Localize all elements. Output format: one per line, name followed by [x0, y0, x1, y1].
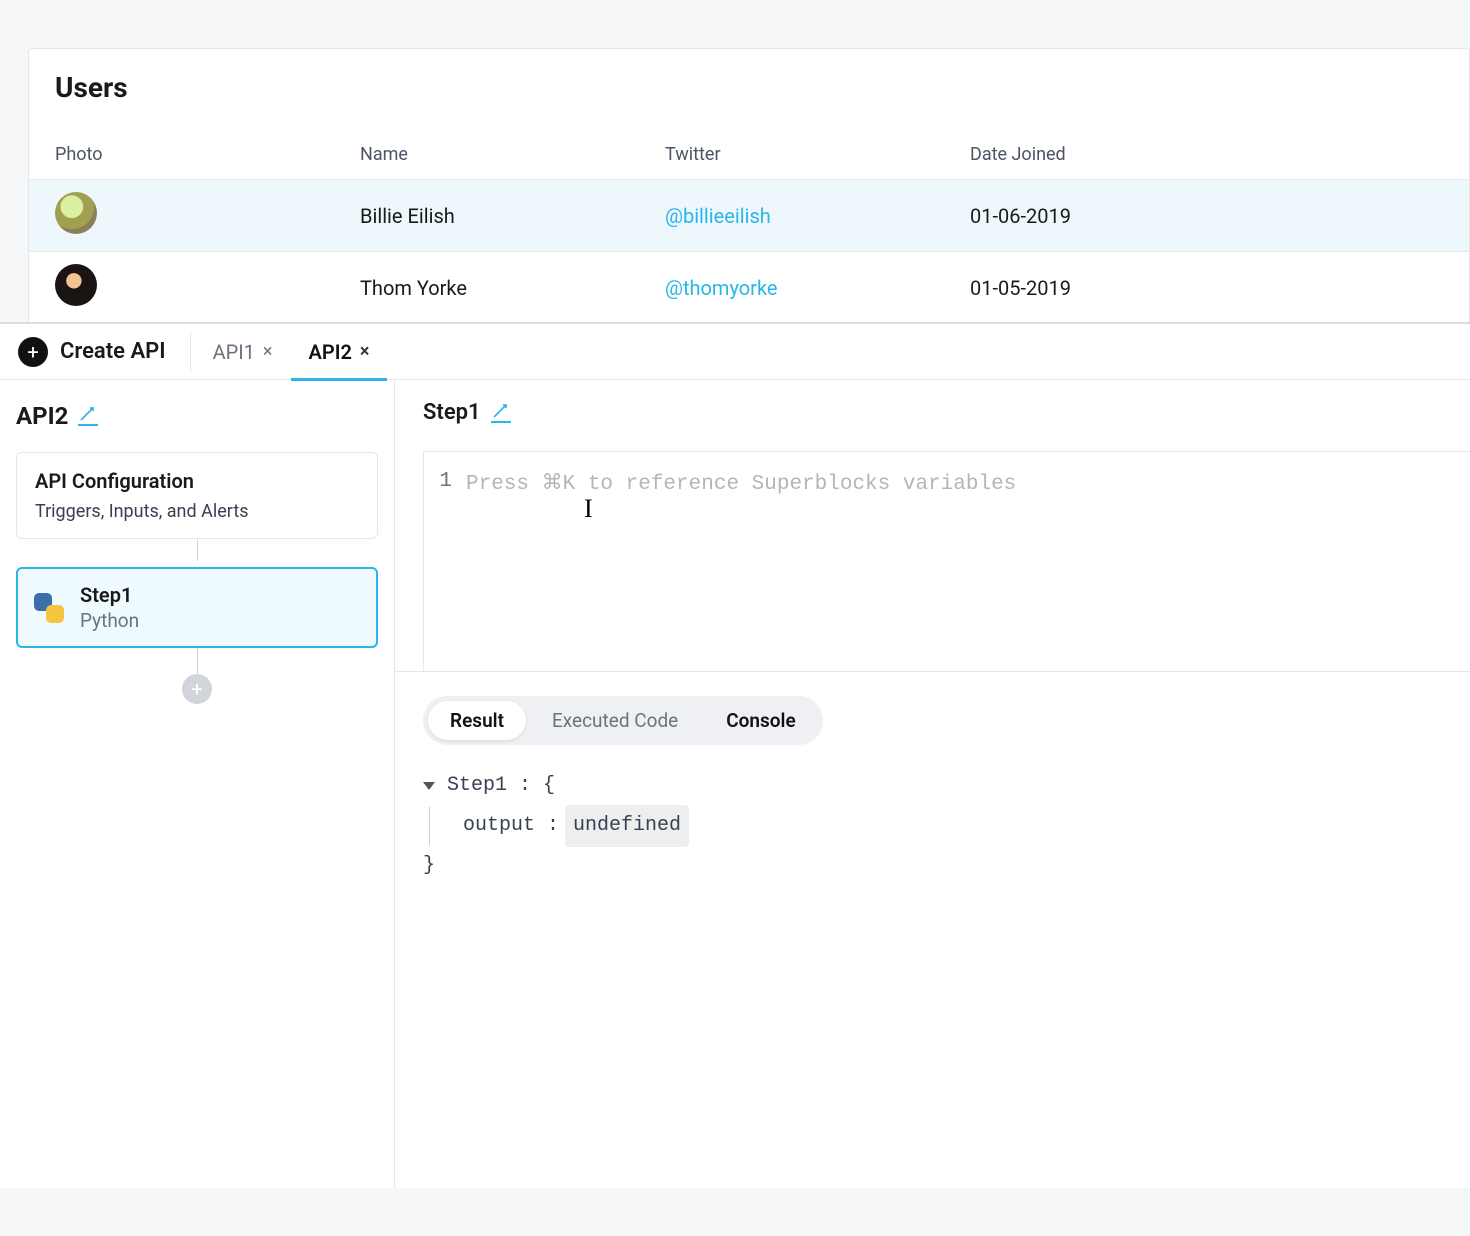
code-editor[interactable]: 1 Press ⌘K to reference Superblocks vari… — [423, 451, 1470, 671]
create-api-label: Create API — [60, 339, 166, 364]
user-name-cell: Billie Eilish — [360, 204, 665, 228]
tree-output-value: undefined — [565, 805, 689, 847]
tab-strip: + Create API API1 × API2 × — [0, 324, 1470, 380]
users-header-row: Photo Name Twitter Date Joined — [29, 130, 1469, 180]
add-step-button[interactable]: + — [182, 674, 212, 704]
step-header: Step1 — [395, 380, 1470, 437]
step-lang: Python — [80, 609, 139, 632]
edit-icon[interactable] — [78, 406, 98, 426]
table-row[interactable]: Thom Yorke @thomyorke 01-05-2019 — [29, 252, 1469, 324]
col-header-date[interactable]: Date Joined — [970, 144, 1443, 165]
edit-icon[interactable] — [491, 403, 511, 423]
col-header-name[interactable]: Name — [360, 144, 665, 165]
results-section: Result Executed Code Console Step1 : { o… — [395, 671, 1470, 909]
result-tree: Step1 : { output : undefined } — [423, 767, 1442, 885]
tree-close-brace: } — [423, 847, 435, 885]
api-name: API2 — [16, 402, 68, 430]
api-config-box[interactable]: API Configuration Triggers, Inputs, and … — [16, 452, 378, 539]
api-name-row: API2 — [16, 402, 378, 430]
tab-label: API1 — [213, 340, 255, 364]
create-api-button[interactable]: + Create API — [18, 337, 190, 367]
code-line: 1 Press ⌘K to reference Superblocks vari… — [424, 452, 1470, 496]
seg-result[interactable]: Result — [428, 701, 526, 740]
tree-indent — [429, 807, 451, 845]
tab-divider — [190, 332, 191, 372]
close-icon[interactable]: × — [263, 341, 273, 362]
seg-console[interactable]: Console — [704, 701, 817, 740]
tree-output-key: output : — [463, 807, 559, 845]
users-title: Users — [29, 49, 1469, 130]
caret-down-icon[interactable] — [423, 782, 435, 790]
seg-executed[interactable]: Executed Code — [530, 701, 700, 740]
user-twitter-cell[interactable]: @thomyorke — [665, 276, 970, 300]
tab-label: API2 — [309, 340, 352, 364]
tab-api1[interactable]: API1 × — [195, 324, 291, 380]
api-builder-panel: + Create API API1 × API2 × API2 API Conf… — [0, 322, 1470, 1188]
step-box[interactable]: Step1 Python — [16, 567, 378, 648]
right-pane: Step1 1 Press ⌘K to reference Superblock… — [395, 380, 1470, 1188]
config-title: API Configuration — [35, 469, 359, 493]
users-card: Users Photo Name Twitter Date Joined Bil… — [28, 48, 1470, 325]
result-segmented-control: Result Executed Code Console — [423, 696, 823, 745]
table-row[interactable]: Billie Eilish @billieeilish 01-06-2019 — [29, 180, 1469, 252]
user-photo-cell — [55, 264, 360, 311]
close-icon[interactable]: × — [360, 341, 370, 362]
users-table: Photo Name Twitter Date Joined Billie Ei… — [29, 130, 1469, 324]
python-icon — [34, 593, 64, 623]
line-number: 1 — [424, 470, 466, 493]
avatar — [55, 264, 97, 306]
tree-root-row[interactable]: Step1 : { — [423, 767, 1442, 805]
editor-placeholder: Press ⌘K to reference Superblocks variab… — [466, 470, 1016, 496]
plus-icon: + — [18, 337, 48, 367]
user-date-cell: 01-05-2019 — [970, 276, 1443, 300]
avatar — [55, 192, 97, 234]
user-name-cell: Thom Yorke — [360, 276, 665, 300]
text-cursor-icon: I — [584, 494, 593, 524]
col-header-photo[interactable]: Photo — [55, 144, 360, 165]
config-subtitle: Triggers, Inputs, and Alerts — [35, 501, 359, 522]
tab-api2[interactable]: API2 × — [291, 324, 388, 380]
step-text: Step1 Python — [80, 583, 139, 632]
step-title: Step1 — [423, 400, 481, 425]
tree-close-row: } — [423, 847, 1442, 885]
lower-split: API2 API Configuration Triggers, Inputs,… — [0, 380, 1470, 1188]
step-name: Step1 — [80, 583, 139, 607]
user-photo-cell — [55, 192, 360, 239]
tree-output-row: output : undefined — [423, 805, 1442, 847]
tree-root-label: Step1 : { — [447, 767, 555, 805]
user-twitter-cell[interactable]: @billieeilish — [665, 204, 970, 228]
step-connector — [197, 539, 198, 561]
step-connector — [197, 648, 198, 674]
left-pane: API2 API Configuration Triggers, Inputs,… — [0, 380, 395, 1188]
user-date-cell: 01-06-2019 — [970, 204, 1443, 228]
col-header-twitter[interactable]: Twitter — [665, 144, 970, 165]
